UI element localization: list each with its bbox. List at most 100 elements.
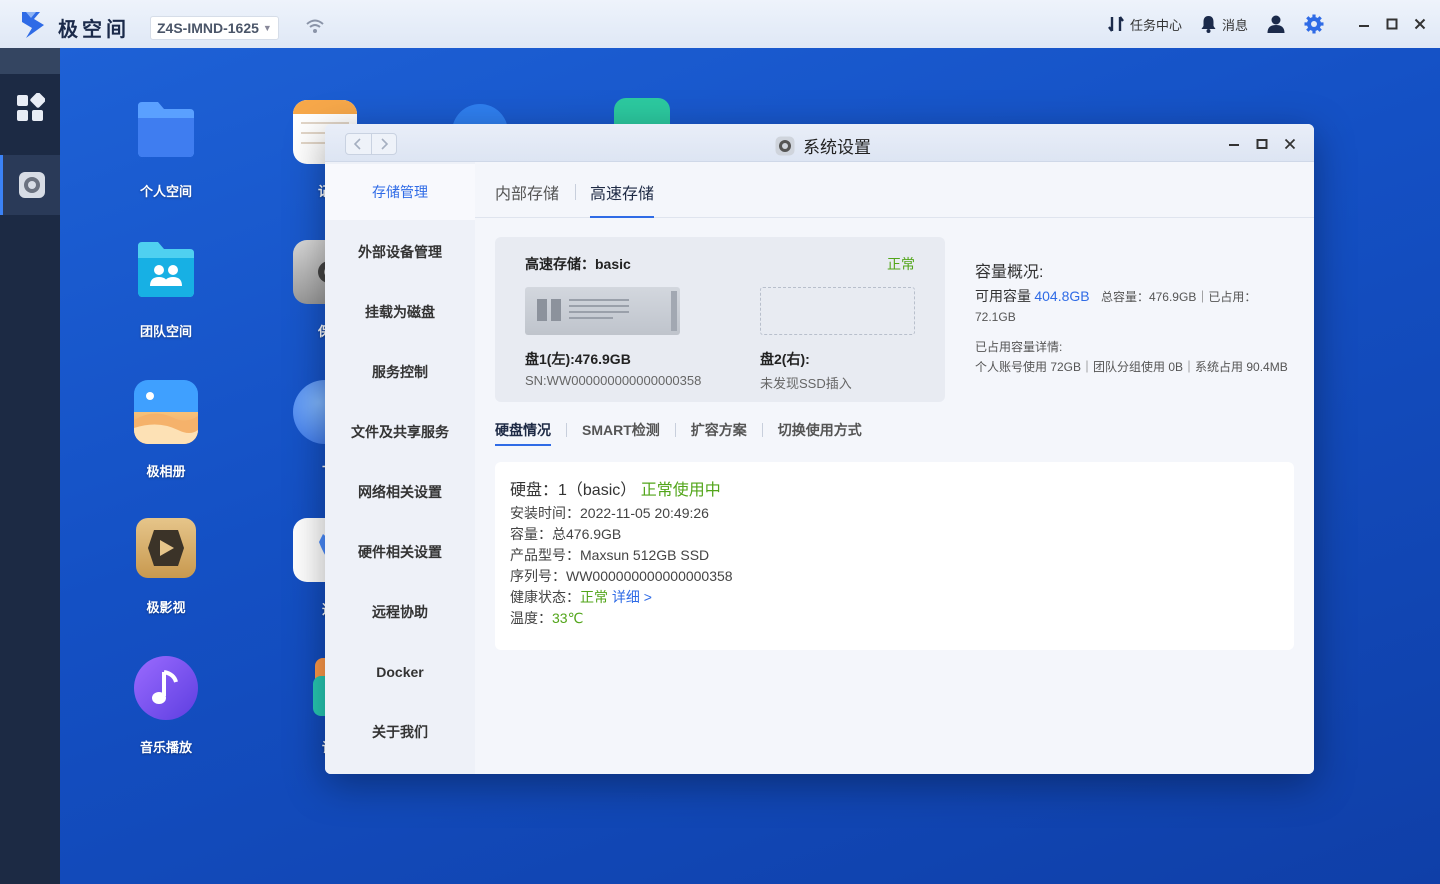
- used-detail: 个人账号使用 72GB｜团队分组使用 0B｜系统占用 90.4MB: [975, 360, 1288, 374]
- nav-arrows: [345, 133, 397, 155]
- desktop-icon-team-space[interactable]: 团队空间: [111, 240, 221, 340]
- sidebar-item-storage[interactable]: 存储管理: [325, 164, 475, 220]
- dock-top-strip: [0, 48, 60, 74]
- settings-app-icon: [775, 136, 795, 155]
- logo-icon: [22, 12, 44, 38]
- gear-icon: [1304, 14, 1324, 34]
- top-bar: 极空间 Z4S-IMND-1625 ▼ 任务中心 消息: [0, 0, 1440, 48]
- disk-capacity: 容量：总476.9GB: [510, 526, 622, 542]
- dock-apps-button[interactable]: [0, 78, 60, 138]
- disk1-serial: SN:WW000000000000000358: [525, 373, 702, 388]
- tab-internal-storage[interactable]: 内部存储: [495, 180, 559, 216]
- high-speed-storage-card: 高速存储：basic 正常 盘1(左):476.9GB SN:WW0000000…: [495, 237, 945, 402]
- desktop-icon-label: 个人空间: [139, 184, 192, 199]
- sidebar-item-file-sharing[interactable]: 文件及共享服务: [325, 404, 475, 460]
- window-title: 系统设置: [775, 133, 871, 158]
- back-button[interactable]: [346, 134, 371, 154]
- window-maximize-button[interactable]: [1250, 132, 1274, 156]
- subtab-smart[interactable]: SMART检测: [582, 420, 660, 440]
- dock-settings-button[interactable]: [0, 155, 60, 215]
- tab-divider: [575, 184, 576, 200]
- used-detail-title: 已占用容量详情:: [975, 340, 1063, 354]
- video-icon: [136, 518, 196, 578]
- settings-sidebar: 存储管理 外部设备管理 挂载为磁盘 服务控制 文件及共享服务 网络相关设置 硬件…: [325, 162, 475, 774]
- minimize-button[interactable]: [1350, 10, 1378, 38]
- window-close-button[interactable]: [1278, 132, 1302, 156]
- desktop-icon-video[interactable]: 极影视: [111, 518, 221, 616]
- messages-label: 消息: [1221, 17, 1248, 33]
- settings-main: 内部存储 高速存储 高速存储：basic 正常 盘1(左):476.9GB SN…: [475, 162, 1314, 774]
- device-select[interactable]: Z4S-IMND-1625 ▼: [150, 16, 279, 40]
- desktop-icon-label: 音乐播放: [139, 740, 192, 755]
- music-icon: [134, 656, 198, 720]
- user-button[interactable]: [1266, 14, 1286, 34]
- available-label: 可用容量: [975, 288, 1031, 304]
- sidebar-item-service-control[interactable]: 服务控制: [325, 344, 475, 400]
- device-name: Z4S-IMND-1625: [157, 20, 259, 36]
- window-titlebar[interactable]: 系统设置: [325, 124, 1314, 162]
- apps-grid-icon: [17, 93, 45, 121]
- disk-model: 产品型号：Maxsun 512GB SSD: [510, 547, 710, 563]
- chevron-left-icon: [354, 138, 361, 150]
- window-title-text: 系统设置: [803, 138, 871, 157]
- subtab-divider: [761, 423, 763, 437]
- hs-title: 高速存储：basic: [525, 256, 631, 272]
- settings-app-icon: [18, 172, 45, 198]
- subtab-divider: [566, 423, 567, 437]
- desktop-icon-label: 极影视: [146, 600, 186, 615]
- window-minimize-button[interactable]: [1222, 132, 1246, 156]
- photo-album-icon: [134, 380, 198, 444]
- sidebar-item-docker[interactable]: Docker: [325, 644, 475, 700]
- storage-tabs: 内部存储 高速存储: [475, 162, 1314, 218]
- install-time: 安装时间：2022-11-05 20:49:26: [510, 505, 709, 521]
- disk-head: 硬盘：1（basic） 正常使用中: [510, 476, 721, 500]
- tab-high-speed-storage[interactable]: 高速存储: [590, 180, 655, 218]
- temperature: 温度：33℃: [510, 608, 583, 628]
- left-dock: [0, 48, 60, 884]
- capacity-summary: 可用容量 404.8GB 总容量：476.9GB｜已占用： 72.1GB: [975, 286, 1305, 327]
- disk-info-card: 硬盘：1（basic） 正常使用中 安装时间：2022-11-05 20:49:…: [495, 462, 1294, 650]
- task-center-button[interactable]: 任务中心: [1107, 15, 1182, 34]
- desktop-icon-music[interactable]: 音乐播放: [111, 656, 221, 756]
- subtab-divider: [674, 423, 676, 437]
- sidebar-item-hardware[interactable]: 硬件相关设置: [325, 524, 475, 580]
- sidebar-item-external-devices[interactable]: 外部设备管理: [325, 224, 475, 280]
- subtab-disk-status[interactable]: 硬盘情况: [495, 420, 551, 446]
- forward-button[interactable]: [370, 134, 397, 154]
- subtab-switch-mode[interactable]: 切换使用方式: [778, 420, 862, 440]
- health-detail-link[interactable]: 详细 >: [612, 589, 652, 605]
- health-label: 健康状态：: [510, 589, 580, 605]
- disk1-label: 盘1(左):476.9GB: [525, 351, 631, 367]
- subtab-expansion[interactable]: 扩容方案: [691, 420, 747, 440]
- sidebar-item-mount-disk[interactable]: 挂载为磁盘: [325, 284, 475, 340]
- disk-head-status: 正常使用中: [640, 482, 721, 499]
- disk2-label: 盘2(右):: [760, 351, 810, 367]
- sidebar-item-about[interactable]: 关于我们: [325, 704, 475, 760]
- desktop-icon-label: 极相册: [146, 464, 186, 479]
- disk-serial: 序列号：WW000000000000000358: [510, 568, 733, 584]
- wifi-icon[interactable]: [305, 18, 325, 34]
- close-button[interactable]: [1406, 10, 1434, 38]
- available-value: 404.8GB: [1034, 288, 1090, 304]
- desktop-icon-personal-space[interactable]: 个人空间: [111, 100, 221, 200]
- desktop-icon-photo-album[interactable]: 极相册: [111, 380, 221, 480]
- total-used-text: 总容量：476.9GB｜已占用：: [1100, 290, 1257, 304]
- disk2-status: 未发现SSD插入: [760, 376, 852, 391]
- hs-status: 正常: [887, 256, 915, 272]
- desktop-icon-label: 团队空间: [139, 324, 192, 339]
- temperature-label: 温度：: [510, 610, 552, 626]
- chevron-down-icon: ▼: [262, 23, 272, 33]
- disk-subtabs: 硬盘情况 SMART检测 扩容方案 切换使用方式: [495, 420, 862, 446]
- sidebar-item-remote-assist[interactable]: 远程协助: [325, 584, 475, 640]
- messages-button[interactable]: 消息: [1200, 15, 1248, 34]
- maximize-button[interactable]: [1378, 10, 1406, 38]
- task-center-label: 任务中心: [1129, 17, 1182, 33]
- settings-button[interactable]: [1304, 14, 1324, 34]
- close-icon: [1284, 138, 1296, 150]
- brand-name: 极空间: [58, 19, 130, 41]
- maximize-icon: [1386, 18, 1398, 30]
- health-value: 正常: [580, 589, 608, 605]
- health-status: 健康状态：正常 详细 >: [510, 587, 652, 607]
- ssd-empty-slot: [760, 287, 915, 335]
- sidebar-item-network[interactable]: 网络相关设置: [325, 464, 475, 520]
